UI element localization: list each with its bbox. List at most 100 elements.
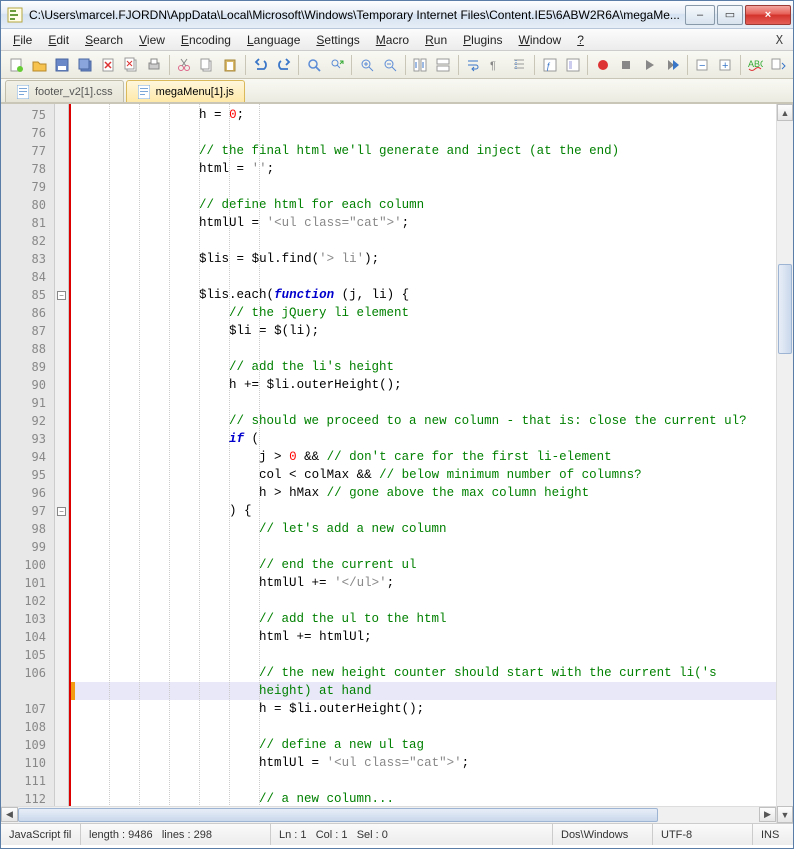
scroll-right-button[interactable]: ▶ [759, 807, 776, 822]
play-multi-button[interactable] [661, 54, 682, 76]
all-chars-button[interactable]: ¶ [486, 54, 507, 76]
minimize-button[interactable]: – [685, 5, 715, 25]
code-line[interactable]: ) { [75, 502, 793, 520]
code-line[interactable]: html = ''; [75, 160, 793, 178]
code-line[interactable] [75, 646, 793, 664]
code-line[interactable]: // end the current ul [75, 556, 793, 574]
code-line[interactable]: j > 0 && // don't care for the first li-… [75, 448, 793, 466]
menu-window[interactable]: Window [511, 31, 570, 49]
code-line[interactable]: html += htmlUl; [75, 628, 793, 646]
code-line[interactable] [75, 232, 793, 250]
close-button[interactable] [97, 54, 118, 76]
tab-footer-css[interactable]: footer_v2[1].css [5, 80, 124, 102]
close-window-button[interactable]: × [745, 5, 791, 25]
sync-v-button[interactable] [410, 54, 431, 76]
menu-?[interactable]: ? [569, 31, 592, 49]
indent-guide-button[interactable] [509, 54, 530, 76]
code-editor[interactable]: 7576777879808182838485868788899091929394… [1, 103, 793, 823]
code-line[interactable]: if ( [75, 430, 793, 448]
fold-toggle[interactable]: − [57, 507, 66, 516]
wrap-button[interactable] [463, 54, 484, 76]
lang-button[interactable]: ƒ [539, 54, 560, 76]
code-line[interactable]: h = 0; [75, 106, 793, 124]
doc-map-button[interactable] [562, 54, 583, 76]
print-button[interactable] [144, 54, 165, 76]
code-line[interactable] [75, 592, 793, 610]
zoom-out-button[interactable] [379, 54, 400, 76]
find-button[interactable] [303, 54, 324, 76]
scroll-thumb[interactable] [778, 264, 792, 354]
code-line[interactable]: // the new height counter should start w… [75, 664, 793, 682]
scroll-left-button[interactable]: ◀ [1, 807, 18, 822]
horizontal-scrollbar[interactable]: ◀ ▶ [1, 806, 776, 823]
menu-plugins[interactable]: Plugins [455, 31, 510, 49]
spell-button[interactable]: ABC [745, 54, 766, 76]
code-line[interactable]: h = $li.outerHeight(); [75, 700, 793, 718]
doc-switch-button[interactable] [768, 54, 789, 76]
code-line[interactable]: htmlUl = '<ul class="cat">'; [75, 214, 793, 232]
code-line[interactable] [75, 772, 793, 790]
scroll-up-button[interactable]: ▲ [777, 104, 793, 121]
stop-button[interactable] [615, 54, 636, 76]
code-line[interactable]: // add the ul to the html [75, 610, 793, 628]
play-button[interactable] [638, 54, 659, 76]
code-line[interactable]: // should we proceed to a new column - t… [75, 412, 793, 430]
zoom-in-button[interactable] [356, 54, 377, 76]
code-line[interactable]: $lis.each(function (j, li) { [75, 286, 793, 304]
save-button[interactable] [51, 54, 72, 76]
code-line[interactable]: // let's add a new column [75, 520, 793, 538]
code-line[interactable]: // add the li's height [75, 358, 793, 376]
replace-button[interactable] [326, 54, 347, 76]
code-line[interactable]: // the jQuery li element [75, 304, 793, 322]
close-all-button[interactable] [121, 54, 142, 76]
save-all-button[interactable] [74, 54, 95, 76]
code-line[interactable]: // define html for each column [75, 196, 793, 214]
code-line[interactable] [75, 340, 793, 358]
maximize-button[interactable]: ▭ [717, 5, 743, 25]
code-line[interactable]: htmlUl += '</ul>'; [75, 574, 793, 592]
menu-encoding[interactable]: Encoding [173, 31, 239, 49]
code-line[interactable]: col < colMax && // below minimum number … [75, 466, 793, 484]
rec-button[interactable] [592, 54, 613, 76]
code-line[interactable]: htmlUl = '<ul class="cat">'; [75, 754, 793, 772]
unfold-button[interactable]: + [715, 54, 736, 76]
tab-megamenu-js[interactable]: megaMenu[1].js [126, 80, 245, 102]
code-line[interactable] [75, 268, 793, 286]
code-line[interactable]: $li = $(li); [75, 322, 793, 340]
scroll-down-button[interactable]: ▼ [777, 806, 793, 823]
menu-run[interactable]: Run [417, 31, 455, 49]
code-line[interactable] [75, 178, 793, 196]
sync-h-button[interactable] [433, 54, 454, 76]
menu-view[interactable]: View [131, 31, 173, 49]
paste-button[interactable] [220, 54, 241, 76]
new-button[interactable] [5, 54, 26, 76]
code-line[interactable] [75, 124, 793, 142]
fold-toggle[interactable]: − [57, 291, 66, 300]
vertical-scrollbar[interactable]: ▲ ▼ [776, 104, 793, 823]
menu-language[interactable]: Language [239, 31, 308, 49]
code-line[interactable] [75, 394, 793, 412]
cut-button[interactable] [174, 54, 195, 76]
open-button[interactable] [28, 54, 49, 76]
menu-edit[interactable]: Edit [40, 31, 77, 49]
menu-file[interactable]: File [5, 31, 40, 49]
code-line[interactable]: h += $li.outerHeight(); [75, 376, 793, 394]
menu-macro[interactable]: Macro [368, 31, 417, 49]
scroll-thumb-h[interactable] [18, 808, 658, 822]
code-line[interactable]: // define a new ul tag [75, 736, 793, 754]
fold-gutter[interactable]: −− [55, 104, 69, 823]
copy-button[interactable] [197, 54, 218, 76]
code-line[interactable]: height) at hand [75, 682, 793, 700]
code-line[interactable] [75, 718, 793, 736]
fold-button[interactable]: − [692, 54, 713, 76]
code-line[interactable]: h > hMax // gone above the max column he… [75, 484, 793, 502]
menu-settings[interactable]: Settings [308, 31, 367, 49]
code-line[interactable] [75, 538, 793, 556]
code-line[interactable]: $lis = $ul.find('> li'); [75, 250, 793, 268]
code-area[interactable]: h = 0; // the final html we'll generate … [75, 104, 793, 823]
undo-button[interactable] [250, 54, 271, 76]
menu-search[interactable]: Search [77, 31, 131, 49]
code-line[interactable]: // the final html we'll generate and inj… [75, 142, 793, 160]
redo-button[interactable] [273, 54, 294, 76]
close-document-button[interactable]: X [770, 31, 789, 49]
